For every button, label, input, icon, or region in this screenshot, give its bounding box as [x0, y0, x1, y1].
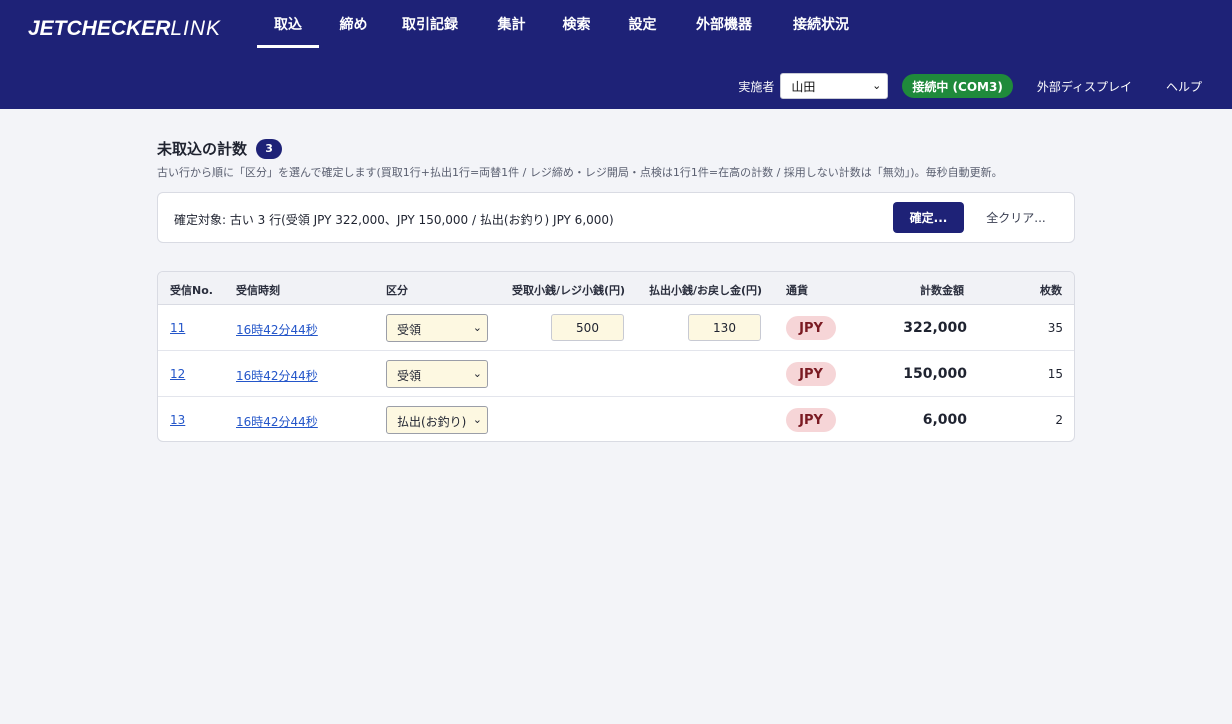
- chevron-down-icon: ⌄: [472, 321, 482, 334]
- piece-count: 35: [1047, 321, 1063, 335]
- counted-amount: 150,000: [903, 366, 967, 382]
- page-title: 未取込の計数: [157, 140, 248, 158]
- col-header-currency: 通貨: [786, 284, 808, 297]
- tab-import[interactable]: 取込: [257, 0, 319, 48]
- piece-count: 15: [1047, 367, 1063, 381]
- table-row: 11 16時42分44秒 受領 ⌄ 500 130 JPY 322,000 35: [158, 305, 1074, 351]
- receive-no-link[interactable]: 13: [170, 413, 185, 427]
- main-nav: 取込 締め 取引記録 集計 検索 設定 外部機器 接続状況: [257, 0, 877, 48]
- count-badge: 3: [256, 138, 283, 159]
- counted-amount: 6,000: [922, 412, 967, 428]
- help-link[interactable]: ヘルプ: [1166, 78, 1202, 95]
- kubun-select[interactable]: 払出(お釣り) ⌄: [386, 406, 488, 434]
- receive-time-link[interactable]: 16時42分44秒: [236, 367, 318, 384]
- operator-select[interactable]: 山田 ⌄: [780, 73, 889, 99]
- col-header-kubun: 区分: [386, 284, 408, 297]
- operator-value: 山田: [791, 80, 816, 94]
- confirm-target-text: 確定対象: 古い 3 行(受領 JPY 322,000、JPY 150,000 …: [174, 213, 614, 227]
- col-header-amount: 計数金額: [920, 284, 964, 297]
- table-row: 12 16時42分44秒 受領 ⌄ JPY 150,000 15: [158, 351, 1074, 397]
- receive-no-link[interactable]: 12: [170, 367, 185, 381]
- col-header-no: 受信No.: [170, 284, 213, 297]
- table-header: 受信No. 受信時刻 区分 受取小銭/レジ小銭(円) 払出小銭/お戻し金(円) …: [158, 272, 1074, 305]
- receive-coins-input[interactable]: 500: [551, 314, 624, 341]
- col-header-receive: 受取小銭/レジ小銭(円): [512, 284, 626, 297]
- tab-search[interactable]: 検索: [551, 0, 602, 48]
- tab-connection-status[interactable]: 接続状況: [765, 0, 877, 48]
- receive-time-link[interactable]: 16時42分44秒: [236, 413, 318, 430]
- payout-coins-input[interactable]: 130: [688, 314, 761, 341]
- header-toolbar: 実施者 山田 ⌄ 接続中 (COM3) 外部ディスプレイ ヘルプ: [738, 73, 1202, 99]
- tab-settings[interactable]: 設定: [602, 0, 683, 48]
- tab-transactions[interactable]: 取引記録: [388, 0, 472, 48]
- table-row: 13 16時42分44秒 払出(お釣り) ⌄ JPY 6,000 2: [158, 397, 1074, 441]
- external-display-link[interactable]: 外部ディスプレイ: [1037, 78, 1132, 95]
- page-title-row: 未取込の計数 3: [157, 138, 283, 159]
- connection-status-badge: 接続中 (COM3): [902, 74, 1013, 98]
- chevron-down-icon: ⌄: [872, 79, 882, 92]
- col-header-payout: 払出小銭/お戻し金(円): [649, 284, 763, 297]
- currency-badge: JPY: [786, 408, 836, 432]
- piece-count: 2: [1055, 413, 1063, 427]
- currency-badge: JPY: [786, 316, 836, 340]
- counted-amount: 322,000: [903, 320, 967, 336]
- app-header: JETCHECKERLINK 取込 締め 取引記録 集計 検索 設定 外部機器 …: [0, 0, 1232, 109]
- col-header-time: 受信時刻: [236, 284, 280, 297]
- kubun-select[interactable]: 受領 ⌄: [386, 314, 488, 342]
- tab-summary[interactable]: 集計: [472, 0, 551, 48]
- kubun-select[interactable]: 受領 ⌄: [386, 360, 488, 388]
- logo-thin: LINK: [170, 17, 222, 40]
- page-description: 古い行から順に「区分」を選んで確定します(買取1行+払出1行=両替1件 / レジ…: [157, 166, 1003, 179]
- chevron-down-icon: ⌄: [472, 367, 482, 380]
- uncounted-table: 受信No. 受信時刻 区分 受取小銭/レジ小銭(円) 払出小銭/お戻し金(円) …: [157, 271, 1075, 442]
- app-logo: JETCHECKERLINK: [28, 17, 221, 45]
- receive-no-link[interactable]: 11: [170, 321, 185, 335]
- confirm-panel: 確定対象: 古い 3 行(受領 JPY 322,000、JPY 150,000 …: [157, 192, 1075, 243]
- currency-badge: JPY: [786, 362, 836, 386]
- logo-bold: JETCHECKER: [28, 17, 171, 40]
- tab-external-devices[interactable]: 外部機器: [683, 0, 765, 48]
- col-header-pieces: 枚数: [1040, 284, 1062, 297]
- tab-closing[interactable]: 締め: [319, 0, 388, 48]
- clear-all-button[interactable]: 全クリア...: [976, 202, 1056, 233]
- confirm-button[interactable]: 確定...: [893, 202, 964, 233]
- operator-label: 実施者: [738, 79, 775, 94]
- chevron-down-icon: ⌄: [472, 413, 482, 426]
- receive-time-link[interactable]: 16時42分44秒: [236, 321, 318, 338]
